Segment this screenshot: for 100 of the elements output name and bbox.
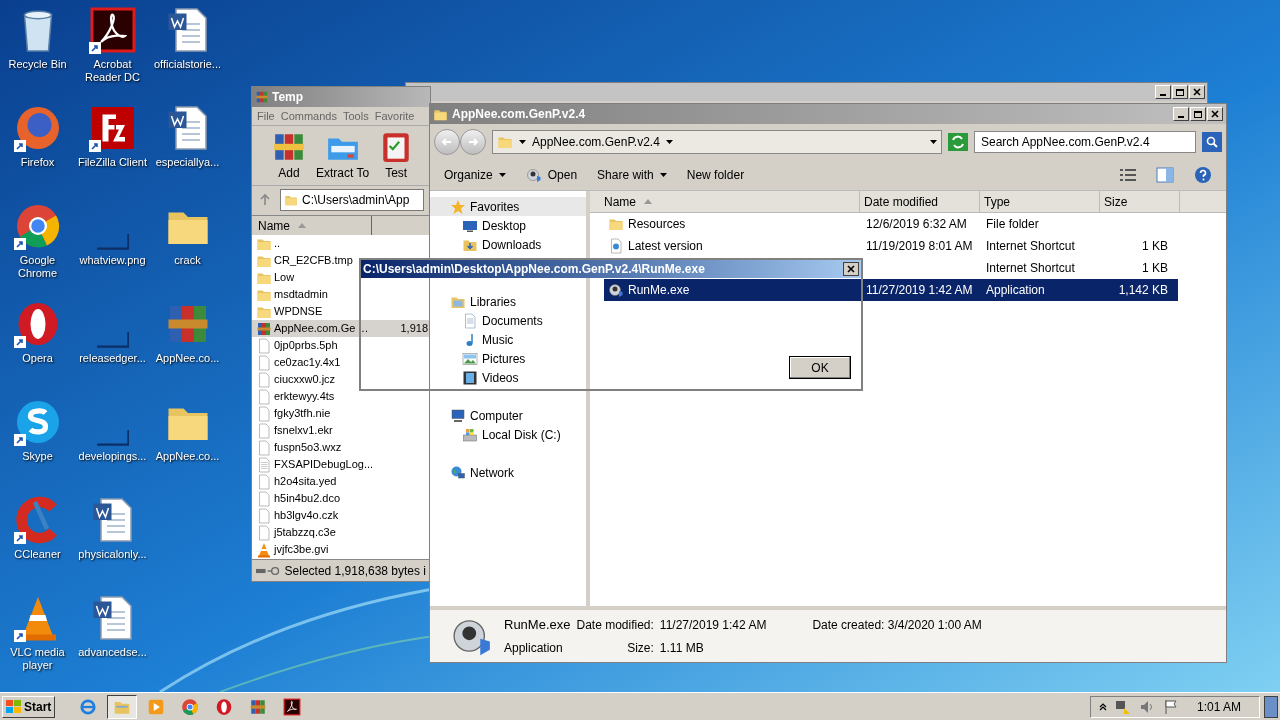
dropdown-caret-icon[interactable] [930, 140, 937, 144]
file-row[interactable]: h5in4bu2.dco [252, 490, 430, 507]
close-button[interactable] [843, 262, 859, 276]
minimize-button[interactable] [1173, 107, 1189, 121]
file-row[interactable]: fuspn5o3.wxz [252, 439, 430, 456]
nav-item[interactable]: Computer [430, 406, 586, 425]
flag-icon[interactable] [1162, 698, 1179, 715]
nav-item[interactable]: Videos [430, 368, 586, 387]
file-row[interactable]: erktewyy.4ts [252, 388, 430, 405]
type-cell-text: Application [986, 282, 1046, 299]
file-row[interactable]: FXSAPIDebugLog... [252, 456, 430, 473]
column-header[interactable]: Size [1100, 191, 1180, 212]
menu-item[interactable]: Commands [280, 107, 337, 125]
desktop-icon-label[interactable]: Opera [0, 352, 75, 365]
file-row[interactable]: RunMe.exe 11/27/2019 1:42 AM Application 1,142 KB [604, 279, 1178, 301]
desktop-icon-label[interactable]: releasedger... [75, 352, 150, 365]
date-cell: 11/19/2019 8:01 AM [866, 239, 973, 253]
desktop-icon-label[interactable]: advancedse... [75, 646, 150, 659]
column-header[interactable]: Name [590, 191, 860, 212]
desktop-icon-label[interactable]: AppNee.co... [150, 450, 225, 463]
desktop-icon-label[interactable]: Firefox [0, 156, 75, 169]
nav-item[interactable]: Downloads [430, 235, 586, 254]
nav-item[interactable]: Documents [430, 311, 586, 330]
taskbar-button[interactable] [107, 694, 138, 719]
desktop-icon-label[interactable]: AppNee.co... [150, 352, 225, 365]
minimize-button[interactable] [1155, 85, 1171, 99]
desktop-icon-label[interactable]: CCleaner [0, 548, 75, 561]
command-button[interactable]: New folder [686, 166, 745, 184]
dropdown-caret-icon[interactable] [665, 140, 673, 144]
show-desktop-button[interactable] [1264, 695, 1278, 718]
desktop-icon-label[interactable]: Acrobat Reader DC [75, 58, 150, 84]
file-row[interactable]: msdtadmin [252, 286, 430, 303]
file-size: 1,918 [399, 321, 429, 337]
menu-item[interactable]: Tools [343, 107, 369, 125]
ok-button[interactable]: OK [789, 356, 851, 379]
file-name: WPDNSE [274, 304, 323, 320]
toolbar-button[interactable]: Test [377, 129, 416, 182]
dropdown-caret-icon[interactable] [498, 173, 506, 177]
file-row[interactable]: WPDNSE [252, 303, 430, 320]
toolbar-button[interactable]: Extract To [314, 129, 372, 182]
file-row[interactable]: j5tabzzq.c3e [252, 524, 430, 541]
column-header[interactable]: Date modified [860, 191, 980, 212]
menu-item[interactable]: File [257, 107, 275, 125]
desktop-icon-label[interactable]: developings... [75, 450, 150, 463]
desktop-icon-label[interactable]: VLC media player [0, 646, 75, 672]
nav-item[interactable]: Pictures [430, 349, 586, 368]
file-row[interactable]: Latest version 11/19/2019 8:01 AM Internet Shortcut 1 KB [604, 235, 1178, 257]
command-button[interactable]: Open [525, 166, 578, 184]
refresh-icon[interactable] [948, 133, 968, 151]
desktop-icon-label[interactable]: officialstorie... [150, 58, 225, 71]
path-field[interactable]: C:\Users\admin\App [280, 188, 424, 211]
field-value: 11/27/2019 1:42 AM [659, 617, 768, 634]
file-row[interactable]: ciucxxw0.jcz [252, 371, 430, 388]
size-cell-text: 1 KB [1141, 238, 1168, 255]
file-icon [256, 371, 272, 388]
nav-item[interactable]: Favorites [430, 197, 586, 216]
desktop-icon-label[interactable]: crack [150, 254, 225, 267]
desktop-icon-label[interactable]: whatview.png [75, 254, 150, 267]
desktop-icon-label[interactable]: especiallya... [150, 156, 225, 169]
menu-item[interactable]: Favorite [374, 107, 415, 125]
file-row[interactable]: .. [252, 235, 430, 252]
file-row[interactable]: ce0zac1y.4x1 [252, 354, 430, 371]
command-button[interactable]: Organize [444, 166, 506, 184]
desktop-icon-label[interactable]: physicalonly... [75, 548, 150, 561]
file-icon [256, 473, 272, 490]
desktop-icon-label[interactable]: Skype [0, 450, 75, 463]
back-button[interactable] [434, 129, 460, 155]
file-row[interactable]: Resources 12/6/2019 6:32 AM File folder [604, 213, 1178, 235]
file-row[interactable]: 0jp0prbs.5ph [252, 337, 430, 354]
network-icon[interactable] [1114, 698, 1131, 715]
start-button[interactable]: Start [2, 695, 56, 718]
file-row[interactable]: AppNee.com.Ge … 1,918 [252, 320, 430, 337]
address-segment[interactable]: AppNee.com.GenP.v2.4 [532, 133, 660, 151]
address-bar[interactable]: AppNee.com.GenP.v2.4 [492, 130, 942, 154]
dropdown-caret-icon[interactable] [659, 173, 667, 177]
column-header[interactable]: Type [980, 191, 1100, 212]
show-hidden-icon[interactable] [1098, 702, 1107, 711]
nav-item[interactable]: Libraries [430, 292, 586, 311]
file-row[interactable]: h2o4sita.yed [252, 473, 430, 490]
nav-item[interactable]: Desktop [430, 216, 586, 235]
desktop-icon-label[interactable]: Recycle Bin [0, 58, 75, 71]
dropdown-caret-icon[interactable] [519, 140, 526, 144]
file-row[interactable]: jvjfc3be.gvi [252, 541, 430, 558]
toolbar-button[interactable]: Add [270, 129, 308, 182]
maximize-button[interactable] [1172, 85, 1188, 99]
search-button[interactable] [1202, 132, 1222, 152]
file-row[interactable]: fgky3tfh.nie [252, 405, 430, 422]
nav-item[interactable]: Music [430, 330, 586, 349]
desktop-icon-label[interactable]: FileZilla Client [75, 156, 150, 169]
nav-item[interactable]: Local Disk (C:) [430, 425, 586, 444]
view-options-icon[interactable] [1120, 168, 1136, 182]
forward-button[interactable] [460, 129, 486, 155]
file-row[interactable]: hb3lgv4o.czk [252, 507, 430, 524]
search-field[interactable]: Search AppNee.com.GenP.v2.4 [974, 131, 1196, 153]
desktop-icon-label[interactable]: Google Chrome [0, 254, 75, 280]
command-button[interactable]: Share with [597, 166, 667, 184]
maximize-button[interactable] [1190, 107, 1206, 121]
file-row[interactable]: fsnelxv1.ekr [252, 422, 430, 439]
help-icon[interactable] [1194, 166, 1212, 184]
nav-item[interactable]: Network [430, 463, 586, 482]
